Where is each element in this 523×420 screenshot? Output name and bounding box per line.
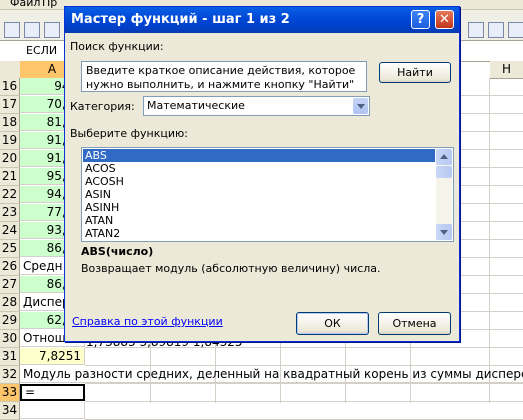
row-header[interactable]: 21: [0, 168, 20, 186]
function-signature: ABS(число): [81, 245, 154, 258]
help-icon[interactable]: ?: [411, 10, 430, 29]
function-description: Возвращает модуль (абсолютную величину) …: [81, 262, 381, 275]
row-header[interactable]: 30: [0, 330, 20, 348]
toolbar-icon[interactable]: [468, 22, 484, 38]
function-list-item[interactable]: ACOS: [83, 162, 435, 175]
row-header[interactable]: 28: [0, 294, 20, 312]
select-function-label: Выберите функцию:: [70, 127, 188, 140]
row-header[interactable]: 22: [0, 186, 20, 204]
function-list-item[interactable]: ASINH: [83, 201, 435, 214]
search-label: Поиск функции:: [70, 40, 164, 53]
row-header[interactable]: 32: [0, 366, 20, 384]
function-list[interactable]: ABS ACOS ACOSH ASIN ASINH ATAN ATAN2: [81, 147, 454, 242]
select-all-corner[interactable]: [0, 61, 21, 79]
toolbar-icon[interactable]: [508, 22, 523, 38]
category-value: Математические: [147, 99, 245, 112]
new-icon[interactable]: [4, 22, 20, 38]
function-list-item[interactable]: ABS: [83, 149, 435, 162]
row-header[interactable]: 33: [0, 384, 20, 402]
active-cell[interactable]: =: [20, 384, 85, 401]
row-header[interactable]: 23: [0, 204, 20, 222]
category-select[interactable]: Математические: [143, 96, 370, 116]
scroll-thumb[interactable]: [436, 166, 452, 178]
function-help-link[interactable]: Справка по этой функции: [72, 315, 223, 328]
scroll-down-icon[interactable]: [436, 224, 452, 240]
open-icon[interactable]: [24, 22, 40, 38]
row-header[interactable]: 24: [0, 222, 20, 240]
row-header[interactable]: 31: [0, 348, 20, 366]
menu-edit[interactable]: Пр: [42, 0, 57, 9]
sheet-cell[interactable]: [20, 402, 85, 419]
dialog-titlebar[interactable]: Мастер функций - шаг 1 из 2 ? ✕: [65, 7, 459, 33]
category-label: Категория:: [70, 100, 135, 113]
function-list-item[interactable]: ATAN2: [83, 227, 435, 240]
row-header[interactable]: 16: [0, 78, 20, 96]
row-header[interactable]: 17: [0, 96, 20, 114]
name-box[interactable]: ЕСЛИ: [26, 44, 66, 58]
row-header[interactable]: 18: [0, 114, 20, 132]
save-icon[interactable]: [44, 22, 60, 38]
row-header[interactable]: 20: [0, 150, 20, 168]
grid-line: [85, 401, 523, 402]
menu-file[interactable]: Файл: [10, 0, 40, 9]
row-header[interactable]: 27: [0, 276, 20, 294]
function-list-item[interactable]: ATAN: [83, 214, 435, 227]
ok-button[interactable]: ОК: [296, 312, 369, 335]
chevron-down-icon[interactable]: [353, 98, 368, 114]
toolbar-icon[interactable]: [488, 22, 504, 38]
cancel-button[interactable]: Отмена: [378, 312, 451, 335]
list-scrollbar[interactable]: [436, 149, 452, 240]
close-icon[interactable]: ✕: [435, 10, 454, 29]
grid-line: [85, 383, 523, 384]
dialog-title: Мастер функций - шаг 1 из 2: [71, 12, 290, 27]
function-list-item[interactable]: ACOSH: [83, 175, 435, 188]
grid-line: [489, 78, 490, 403]
function-wizard-dialog: Мастер функций - шаг 1 из 2 ? ✕ Поиск фу…: [64, 6, 460, 342]
column-header-h[interactable]: H: [490, 61, 523, 79]
function-list-item[interactable]: ASIN: [83, 188, 435, 201]
row-header[interactable]: 34: [0, 402, 20, 420]
scroll-up-icon[interactable]: [436, 149, 452, 165]
search-input[interactable]: Введите краткое описание действия, котор…: [81, 61, 367, 92]
row-header[interactable]: 25: [0, 240, 20, 258]
row-header[interactable]: 26: [0, 258, 20, 276]
find-button[interactable]: Найти: [379, 62, 451, 83]
row-header[interactable]: 29: [0, 312, 20, 330]
sheet-cell[interactable]: Модуль разности средних, деленный на ква…: [20, 366, 523, 383]
sheet-cell[interactable]: 7,8251: [20, 348, 85, 365]
row-header[interactable]: 19: [0, 132, 20, 150]
